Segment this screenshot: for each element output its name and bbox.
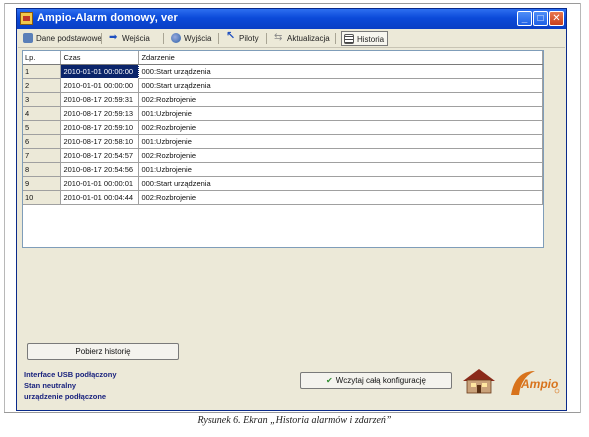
cell-lp[interactable]: 1 (23, 64, 62, 79)
tab-label: Historia (357, 35, 385, 44)
tab-label: Dane podstawowe (36, 34, 102, 43)
document-right-rule (580, 3, 581, 413)
document-top-rule (4, 3, 580, 4)
connection-status: Interface USB podłączony Stan neutralny … (24, 369, 117, 402)
maximize-button[interactable]: □ (533, 11, 548, 26)
tab-aktualizacja[interactable]: Aktualizacja (272, 30, 330, 46)
globe-icon (171, 32, 181, 43)
table-row[interactable]: 4 2010-08-17 20:59:13 001:Uzbrojenie (23, 106, 543, 121)
grid-icon (344, 33, 354, 44)
cell-zdarzenie[interactable]: 002:Rozbrojenie (138, 148, 543, 163)
cell-czas[interactable]: 2010-08-17 20:59:10 (60, 120, 140, 135)
close-button[interactable]: ✕ (549, 11, 564, 26)
tab-historia[interactable]: Historia (341, 31, 389, 46)
load-config-button[interactable]: ✔ Wczytaj całą konfigurację (300, 372, 452, 389)
cell-lp[interactable]: 4 (23, 106, 62, 121)
cell-zdarzenie[interactable]: 002:Rozbrojenie (138, 120, 543, 135)
document-bottom-rule (4, 412, 580, 413)
cursor-icon (226, 29, 236, 44)
arrow-in-icon (109, 30, 119, 45)
tab-wyjscia[interactable]: Wyjścia (169, 31, 211, 46)
load-config-label: Wczytaj całą konfigurację (335, 376, 426, 385)
table-row[interactable]: 8 2010-08-17 20:54:56 001:Uzbrojenie (23, 162, 543, 177)
cell-czas[interactable]: 2010-08-17 20:59:13 (60, 106, 140, 121)
cell-czas[interactable]: 2010-08-17 20:59:31 (60, 92, 140, 107)
tab-label: Aktualizacja (287, 34, 330, 43)
status-device: urządzenie podłączone (24, 392, 107, 401)
table-row[interactable]: 6 2010-08-17 20:58:10 001:Uzbrojenie (23, 134, 543, 149)
cell-czas[interactable]: 2010-08-17 20:58:10 (60, 134, 140, 149)
column-header-zdarzenie[interactable]: Zdarzenie (138, 51, 543, 65)
window-title: Ampio-Alarm domowy, ver (37, 12, 178, 24)
cell-lp[interactable]: 9 (23, 176, 62, 191)
table-row[interactable]: 2 2010-01-01 00:00:00 000:Start urządzenia (23, 78, 543, 93)
cell-czas[interactable]: 2010-08-17 20:54:56 (60, 162, 140, 177)
table-row[interactable]: 5 2010-08-17 20:59:10 002:Rozbrojenie (23, 120, 543, 135)
table-row[interactable]: 10 2010-01-01 00:04:44 002:Rozbrojenie (23, 190, 543, 205)
cell-czas[interactable]: 2010-08-17 20:54:57 (60, 148, 140, 163)
column-header-lp[interactable]: Lp. (23, 51, 62, 65)
toolbar-divider (335, 33, 336, 44)
table-row[interactable]: 3 2010-08-17 20:59:31 002:Rozbrojenie (23, 92, 543, 107)
cell-zdarzenie[interactable]: 000:Start urządzenia (138, 64, 543, 79)
cell-zdarzenie[interactable]: 001:Uzbrojenie (138, 106, 543, 121)
cell-czas[interactable]: 2010-01-01 00:00:00 (60, 63, 140, 79)
tab-label: Piloty (239, 34, 259, 43)
database-icon (23, 32, 33, 43)
title-bar[interactable]: Ampio-Alarm domowy, ver _ □ ✕ (17, 9, 566, 29)
app-icon (20, 12, 33, 25)
cell-zdarzenie[interactable]: 000:Start urządzenia (138, 176, 543, 191)
cell-zdarzenie[interactable]: 000:Start urządzenia (138, 78, 543, 93)
fetch-history-button[interactable]: Pobierz historię (27, 343, 179, 360)
toolbar-divider (266, 33, 267, 44)
cell-lp[interactable]: 8 (23, 162, 62, 177)
cell-czas[interactable]: 2010-01-01 00:00:00 (60, 78, 140, 93)
column-header-czas[interactable]: Czas (60, 51, 140, 65)
tab-piloty[interactable]: Piloty (224, 29, 259, 46)
tab-label: Wejścia (122, 34, 150, 43)
cell-zdarzenie[interactable]: 001:Uzbrojenie (138, 162, 543, 177)
tab-wejscia[interactable]: Wejścia (107, 30, 150, 46)
status-usb: Interface USB podłączony (24, 370, 117, 379)
history-table: Lp. Czas Zdarzenie 1 2010-01-01 00:00:00 0… (23, 51, 543, 205)
table-row[interactable]: 7 2010-08-17 20:54:57 002:Rozbrojenie (23, 148, 543, 163)
cell-zdarzenie[interactable]: 002:Rozbrojenie (138, 92, 543, 107)
minimize-button[interactable]: _ (517, 11, 532, 26)
update-icon (274, 30, 284, 45)
house-icon (463, 369, 495, 394)
table-row[interactable]: 1 2010-01-01 00:00:00 000:Start urządzenia (23, 63, 543, 79)
cell-czas[interactable]: 2010-01-01 00:00:01 (60, 176, 140, 191)
document-left-rule (4, 3, 5, 413)
toolbar-divider (163, 33, 164, 44)
cell-zdarzenie[interactable]: 001:Uzbrojenie (138, 134, 543, 149)
app-window: Ampio-Alarm domowy, ver _ □ ✕ Dane podst… (16, 8, 567, 411)
table-row[interactable]: 9 2010-01-01 00:00:01 000:Start urządzenia (23, 176, 543, 191)
toolbar: Dane podstawowe Wejścia Wyjścia Piloty A… (18, 29, 565, 48)
cell-lp[interactable]: 5 (23, 120, 62, 135)
tab-label: Wyjścia (184, 34, 212, 43)
status-state: Stan neutralny (24, 381, 77, 390)
history-panel: Lp. Czas Zdarzenie 1 2010-01-01 00:00:00 0… (22, 50, 544, 248)
cell-lp[interactable]: 6 (23, 134, 62, 149)
figure-caption: Rysunek 6. Ekran „Historia alarmów i zda… (197, 415, 392, 426)
cell-zdarzenie[interactable]: 002:Rozbrojenie (138, 190, 543, 205)
cell-lp[interactable]: 7 (23, 148, 62, 163)
toolbar-divider (101, 33, 102, 44)
cell-lp[interactable]: 2 (23, 78, 62, 93)
ampio-logo-text: Ampio (521, 377, 559, 391)
check-icon: ✔ (326, 376, 333, 385)
tab-dane-podstawowe[interactable]: Dane podstawowe (21, 31, 102, 46)
cell-lp[interactable]: 10 (23, 190, 62, 205)
cell-czas[interactable]: 2010-01-01 00:04:44 (60, 190, 140, 205)
cell-lp[interactable]: 3 (23, 92, 62, 107)
toolbar-divider (218, 33, 219, 44)
table-header-row: Lp. Czas Zdarzenie (23, 51, 543, 65)
